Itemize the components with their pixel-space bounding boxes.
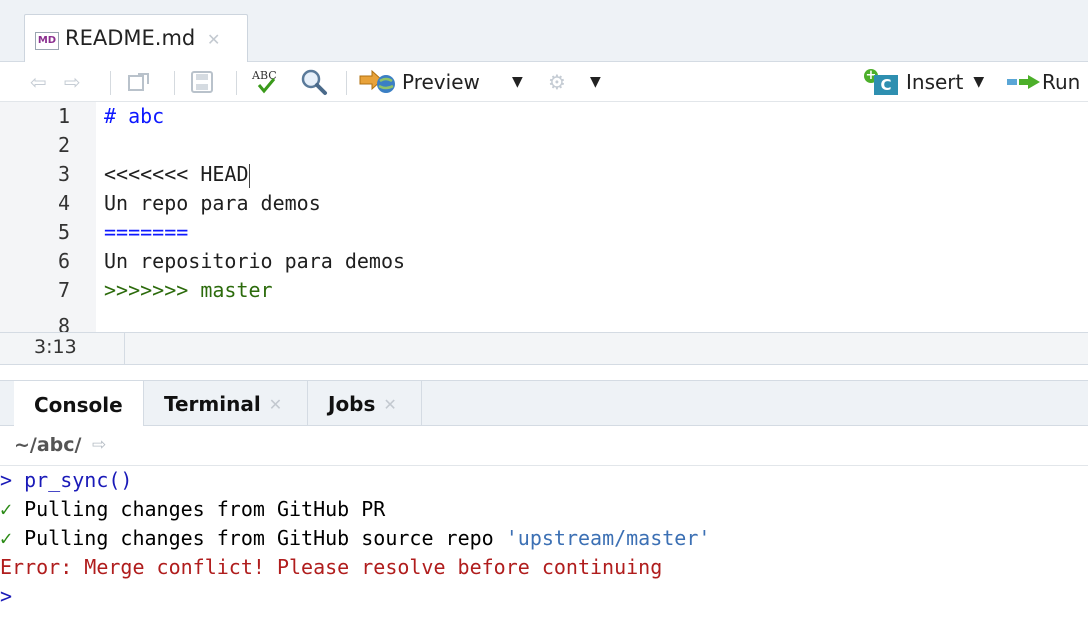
tab-label: Console [34,392,123,417]
console-pane: Console Terminal ✕ Jobs ✕ ~/abc/ ⇨ > pr_… [0,380,1088,623]
console-tab-bar: Console Terminal ✕ Jobs ✕ [0,380,1088,428]
code-line[interactable]: Un repositorio para demos [104,247,405,276]
code-line[interactable]: >>>>>>> master [104,276,273,305]
code-editor[interactable]: 1 2 3 4 5 6 7 8 # abc <<<<<<< HEAD Un re… [0,102,1088,332]
line-number: 7 [57,278,70,302]
preview-button[interactable]: Preview [358,68,480,96]
show-in-window-icon[interactable] [128,68,150,96]
cursor-position[interactable]: 3:13 [34,336,77,358]
code-line[interactable]: # abc [104,102,164,131]
line-number: 2 [57,133,70,157]
close-icon[interactable]: ✕ [269,395,282,414]
run-arrow-icon [1006,72,1042,92]
code-line[interactable]: ======= [104,218,188,247]
close-icon[interactable]: ✕ [207,30,220,49]
gear-icon[interactable]: ⚙ [548,68,566,96]
console-output[interactable]: > pr_sync() ✓ Pulling changes from GitHu… [0,466,1088,623]
file-tab-label: README.md [65,26,196,50]
working-directory: ~/abc/ [14,434,82,456]
tab-console[interactable]: Console [14,381,144,428]
line-number: 1 [57,104,70,128]
insert-chunk-button[interactable]: + C Insert ▼ [864,68,984,96]
preview-label: Preview [402,70,480,94]
line-number: 5 [57,220,70,244]
console-prompt: > [0,468,25,492]
editor-toolbar: ⇦ ⇨ ABC Preview ▼ ⚙ ▼ + C Insert ▼ Run [0,62,1088,102]
console-text: Pulling changes from GitHub source repo [12,526,506,550]
code-line[interactable]: Un repo para demos [104,189,321,218]
insert-dropdown-icon: ▼ [973,74,985,90]
code-line-text: <<<<<<< HEAD [104,162,249,186]
code-line[interactable]: <<<<<<< HEAD [104,160,250,189]
console-text: Pulling changes from GitHub PR [12,497,386,521]
line-number: 8 [57,314,70,332]
tab-terminal[interactable]: Terminal ✕ [144,381,308,427]
check-icon: ✓ [0,497,13,521]
line-number: 3 [57,162,70,186]
close-icon[interactable]: ✕ [383,395,396,414]
check-icon: ✓ [0,526,13,550]
console-line: ✓ Pulling changes from GitHub source rep… [0,524,710,553]
forward-arrow-icon[interactable]: ⇨ [64,68,81,96]
line-number: 6 [57,249,70,273]
insert-chunk-icon: + C [864,69,902,95]
line-number: 4 [57,191,70,215]
markdown-file-icon: MD [35,32,59,50]
save-icon[interactable] [190,68,214,96]
source-editor-pane: MD README.md ✕ ⇦ ⇨ ABC Preview ▼ ⚙ ▼ + C… [0,0,1088,365]
editor-status-bar: 3:13 [0,332,1088,365]
run-label: Run [1042,70,1081,94]
file-tab-readme[interactable]: MD README.md ✕ [24,14,248,63]
search-icon[interactable] [300,68,328,96]
preview-icon [358,68,396,96]
insert-label: Insert [906,70,964,94]
console-path-bar: ~/abc/ ⇨ [0,426,1088,466]
console-string: 'upstream/master' [505,526,711,550]
console-command: pr_sync() [24,468,133,492]
tab-jobs[interactable]: Jobs ✕ [308,381,422,427]
back-arrow-icon[interactable]: ⇦ [30,68,47,96]
console-input-prompt[interactable]: > [0,582,12,611]
spellcheck-icon[interactable]: ABC [250,68,282,96]
console-line: ✓ Pulling changes from GitHub PR [0,495,385,524]
editor-tab-bar: MD README.md ✕ [0,0,1088,63]
go-to-directory-icon[interactable]: ⇨ [92,435,106,455]
console-line: > pr_sync() [0,466,132,495]
console-error: Error: Merge conflict! Please resolve be… [0,555,663,579]
run-button[interactable]: Run [1006,68,1080,96]
tab-label: Terminal [164,392,261,416]
preview-dropdown-icon[interactable]: ▼ [512,68,523,96]
text-cursor [248,163,250,188]
tab-label: Jobs [328,392,376,416]
settings-dropdown-icon[interactable]: ▼ [590,68,601,96]
